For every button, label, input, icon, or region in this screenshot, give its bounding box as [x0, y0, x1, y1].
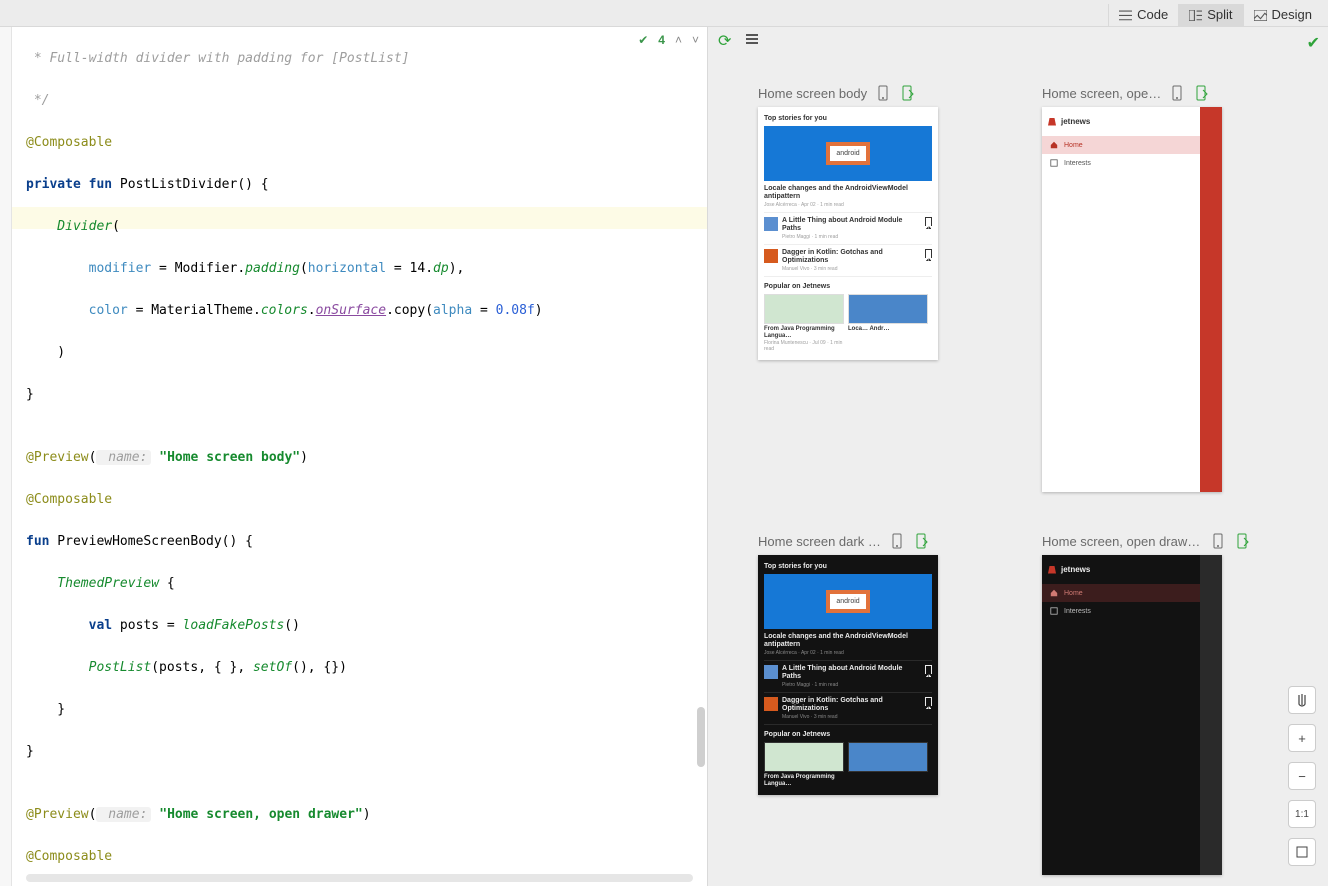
jetnews-logo-icon	[1048, 118, 1056, 126]
drawer-item-home[interactable]: Home	[1042, 136, 1200, 154]
preview-title: Home screen dark …	[758, 534, 881, 549]
android-logo-text: android	[826, 590, 869, 613]
zoom-reset-button[interactable]: 1:1	[1288, 800, 1316, 828]
gutter	[0, 27, 12, 886]
preview-device-dark-feed[interactable]: Top stories for you android Locale chang…	[758, 555, 938, 795]
preview-pane: ⟳ ✔ Home screen body Top stories for you…	[708, 27, 1328, 886]
zoom-fit-button[interactable]	[1288, 838, 1316, 866]
drawer-brand: jetnews	[1061, 117, 1090, 126]
preview-title: Home screen body	[758, 86, 867, 101]
preview-title: Home screen, open drawer dar…	[1042, 534, 1202, 549]
drawer-item-interests[interactable]: Interests	[1042, 154, 1200, 172]
section-title: Popular on Jetnews	[764, 283, 932, 290]
hero-post-title: Locale changes and the AndroidViewModel …	[764, 185, 932, 201]
tab-design[interactable]: Design	[1243, 4, 1322, 26]
tab-split-label: Split	[1207, 7, 1232, 22]
settings-icon[interactable]	[745, 32, 759, 51]
zoom-controls: + − 1:1	[1288, 686, 1316, 866]
section-title: Top stories for you	[764, 563, 932, 570]
code-body[interactable]: * Full-width divider with padding for [P…	[12, 27, 707, 886]
image-icon	[1254, 9, 1267, 20]
jetnews-logo-icon	[1048, 566, 1056, 574]
preview-title: Home screen, ope…	[1042, 86, 1161, 101]
bookmark-icon[interactable]	[925, 665, 932, 674]
hero-image: android	[764, 126, 932, 181]
preview-device-light-feed[interactable]: Top stories for you android Locale chang…	[758, 107, 938, 360]
bookmark-icon[interactable]	[925, 217, 932, 226]
interactive-icon[interactable]	[913, 533, 929, 549]
list-icon	[1119, 9, 1132, 20]
interactive-icon[interactable]	[899, 85, 915, 101]
deploy-icon[interactable]	[875, 85, 891, 101]
deploy-icon[interactable]	[1169, 85, 1185, 101]
drawer-item-home[interactable]: Home	[1042, 584, 1200, 602]
zoom-in-button[interactable]: +	[1288, 724, 1316, 752]
pan-button[interactable]	[1288, 686, 1316, 714]
bookmark-icon[interactable]	[925, 249, 932, 258]
android-logo-text: android	[826, 142, 869, 165]
tab-code[interactable]: Code	[1108, 4, 1178, 26]
refresh-icon[interactable]: ⟳	[718, 31, 731, 51]
hero-post-meta: Jose Alcérreca · Apr 02 · 1 min read	[764, 202, 932, 208]
interactive-icon[interactable]	[1193, 85, 1209, 101]
hero-image: android	[764, 574, 932, 629]
editor-mode-bar: Code Split Design	[0, 0, 1328, 27]
zoom-out-button[interactable]: −	[1288, 762, 1316, 790]
tab-code-label: Code	[1137, 7, 1168, 22]
bookmark-icon[interactable]	[925, 697, 932, 706]
list-item: Dagger in Kotlin: Gotchas and Optimizati…	[764, 249, 932, 272]
preview-device-dark-drawer[interactable]: jetnews Home Interests	[1042, 555, 1222, 875]
drawer-item-interests[interactable]: Interests	[1042, 602, 1200, 620]
deploy-icon[interactable]	[889, 533, 905, 549]
status-ok-icon: ✔	[1307, 33, 1320, 53]
interactive-icon[interactable]	[1234, 533, 1250, 549]
preview-device-light-drawer[interactable]: jetnews Home Interests	[1042, 107, 1222, 492]
list-item: A Little Thing about Android Module Path…	[764, 217, 932, 240]
section-title: Top stories for you	[764, 115, 932, 122]
deploy-icon[interactable]	[1210, 533, 1226, 549]
tab-split[interactable]: Split	[1178, 4, 1242, 26]
code-editor[interactable]: ✔ 4 ˄ ˅ * Full-width divider with paddin…	[12, 27, 708, 886]
split-icon	[1189, 9, 1202, 20]
preview-toolbar: ⟳	[708, 27, 1328, 55]
tab-design-label: Design	[1272, 7, 1312, 22]
